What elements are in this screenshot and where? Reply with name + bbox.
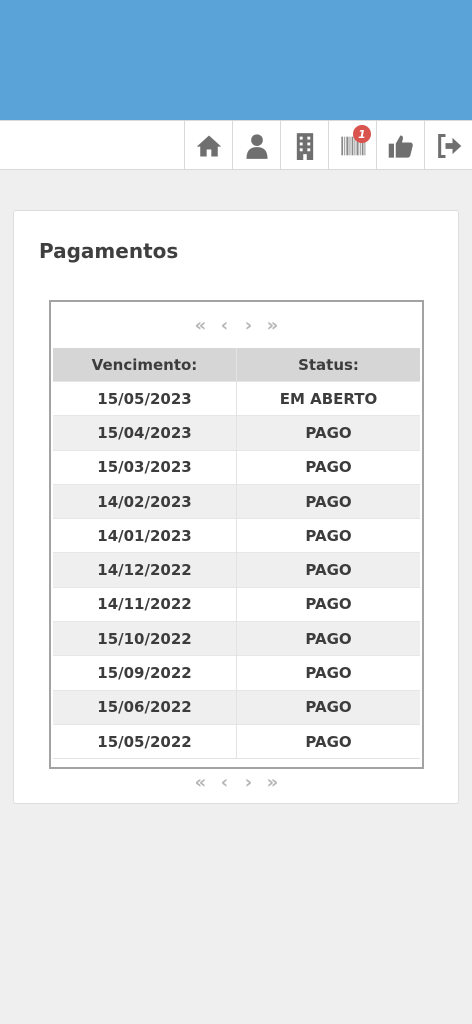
- table-row: 14/01/2023 PAGO: [53, 518, 420, 553]
- due-date-cell: 14/01/2023: [53, 518, 237, 553]
- status-cell: PAGO: [236, 655, 420, 691]
- status-cell: PAGO: [236, 518, 420, 553]
- due-date-cell: 14/12/2022: [53, 552, 237, 588]
- nav-bar: 1: [0, 120, 472, 170]
- home-icon: [196, 135, 221, 156]
- due-date-cell: 15/03/2023: [53, 449, 237, 485]
- pager-top: « ‹ › »: [51, 302, 422, 348]
- due-date-cell: 15/06/2022: [53, 689, 237, 725]
- sign-out-icon: [437, 133, 461, 158]
- status-cell: PAGO: [236, 586, 420, 622]
- building-icon: [296, 132, 313, 160]
- table-row: 14/02/2023 PAGO: [53, 483, 420, 519]
- table-row: 15/03/2023 PAGO: [53, 449, 420, 485]
- status-cell: EM ABERTO: [236, 380, 420, 416]
- payments-table-container: « ‹ › » Vencimento: Status: 15/05/2023 E…: [49, 300, 424, 793]
- status-cell: PAGO: [236, 689, 420, 725]
- due-date-cell: 15/10/2022: [53, 621, 237, 656]
- table-header-row: Vencimento: Status:: [53, 348, 420, 382]
- table-row: 15/04/2023 PAGO: [53, 415, 420, 451]
- boleto-button[interactable]: 1: [328, 121, 376, 170]
- next-page-button[interactable]: ›: [242, 772, 256, 793]
- due-date-cell: 15/05/2022: [53, 723, 237, 760]
- due-date-cell: 15/09/2022: [53, 655, 237, 691]
- due-date-cell: 15/04/2023: [53, 415, 237, 451]
- profile-button[interactable]: [232, 121, 280, 170]
- last-page-button[interactable]: »: [266, 772, 280, 793]
- status-cell: PAGO: [236, 449, 420, 485]
- app-header-bar: [0, 0, 472, 120]
- thumbs-up-icon: [388, 135, 413, 158]
- next-page-button[interactable]: ›: [242, 315, 256, 336]
- home-button[interactable]: [184, 121, 232, 170]
- due-date-cell: 15/05/2023: [53, 380, 237, 416]
- status-cell: PAGO: [236, 415, 420, 451]
- payments-table: Vencimento: Status: 15/05/2023 EM ABERTO…: [53, 348, 420, 760]
- like-button[interactable]: [376, 121, 424, 170]
- table-row: 15/05/2023 EM ABERTO: [53, 380, 420, 416]
- due-date-cell: 14/11/2022: [53, 586, 237, 622]
- notification-badge: 1: [353, 125, 371, 143]
- page-title: Pagamentos: [39, 239, 179, 263]
- table-row: 15/09/2022 PAGO: [53, 655, 420, 691]
- column-header-status: Status:: [236, 348, 420, 382]
- prev-page-button[interactable]: ‹: [218, 315, 232, 336]
- table-row: 14/11/2022 PAGO: [53, 586, 420, 622]
- nav-icons: 1: [184, 121, 472, 170]
- column-header-due: Vencimento:: [53, 348, 237, 382]
- building-button[interactable]: [280, 121, 328, 170]
- logout-button[interactable]: [424, 121, 472, 170]
- first-page-button[interactable]: «: [194, 772, 208, 793]
- status-cell: PAGO: [236, 552, 420, 588]
- payments-card: Pagamentos « ‹ › » Vencimento: Status: 1…: [13, 210, 459, 804]
- table-row: 14/12/2022 PAGO: [53, 552, 420, 588]
- due-date-cell: 14/02/2023: [53, 483, 237, 519]
- status-cell: PAGO: [236, 483, 420, 519]
- table-row: 15/10/2022 PAGO: [53, 621, 420, 656]
- status-cell: PAGO: [236, 723, 420, 760]
- user-icon: [246, 133, 267, 159]
- first-page-button[interactable]: «: [194, 315, 208, 336]
- table-row: 15/05/2022 PAGO: [53, 723, 420, 760]
- last-page-button[interactable]: »: [266, 315, 280, 336]
- status-cell: PAGO: [236, 621, 420, 656]
- prev-page-button[interactable]: ‹: [218, 772, 232, 793]
- table-row: 15/06/2022 PAGO: [53, 689, 420, 725]
- pager-bottom: « ‹ › »: [51, 759, 422, 805]
